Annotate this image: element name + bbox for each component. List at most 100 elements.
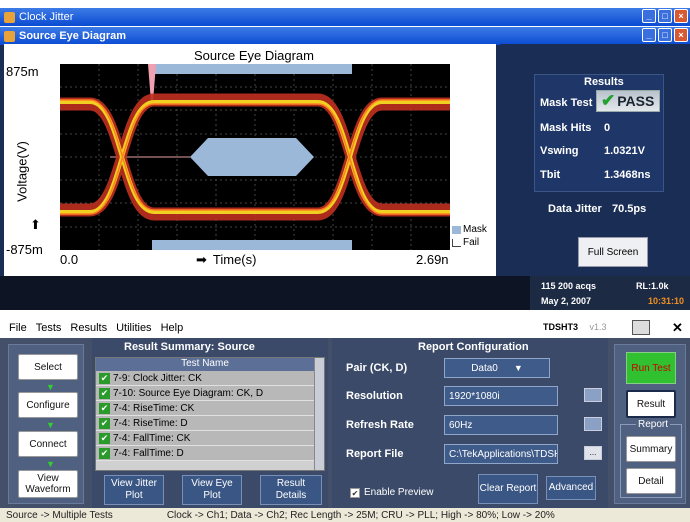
data-jitter-value: 70.5ps (612, 203, 647, 215)
report-group-label: Report (636, 419, 671, 430)
menu-utilities[interactable]: Utilities (116, 322, 151, 334)
results-header: Results (584, 76, 624, 88)
status-left: Source -> Multiple Tests (6, 509, 113, 521)
row-checkbox[interactable]: ✔ (99, 387, 110, 399)
table-row[interactable]: ✔ 7-10: Source Eye Diagram: CK, D (96, 386, 314, 401)
enable-preview-checkbox[interactable]: ✔ (350, 487, 360, 498)
view-eye-plot-button[interactable]: View Eye Plot (182, 475, 242, 505)
row-label: 7-4: FallTime: CK (113, 432, 191, 444)
report-config-title: Report Configuration (418, 341, 529, 353)
x-axis-label: Time(s) (212, 252, 257, 267)
row-label: 7-10: Source Eye Diagram: CK, D (113, 387, 264, 399)
app-close-icon[interactable]: ✕ (672, 320, 683, 336)
refresh-rate-label: Refresh Rate (346, 419, 414, 431)
inner-close-button[interactable]: × (674, 28, 688, 42)
app-name: TDSHT3 (543, 322, 579, 332)
x-max-label: 2.69n (416, 252, 449, 267)
app-name-group: TDSHT3 v1.3 (534, 322, 607, 332)
menu-bar: File Tests Results Utilities Help TDSHT3… (0, 318, 690, 338)
x-arrow-icon: ➡ (196, 252, 207, 267)
configure-button[interactable]: Configure (18, 392, 78, 418)
menu-file[interactable]: File (9, 322, 27, 334)
inner-minimize-button[interactable]: _ (642, 28, 656, 42)
resolution-field[interactable]: 1920*1080i (444, 386, 558, 406)
outer-window-title: Clock Jitter (19, 11, 74, 23)
inner-maximize-button[interactable]: □ (658, 28, 672, 42)
app-version: v1.3 (589, 322, 607, 332)
connect-button[interactable]: Connect (18, 431, 78, 457)
row-checkbox[interactable]: ✔ (99, 402, 110, 414)
view-jitter-plot-button[interactable]: View Jitter Plot (104, 475, 164, 505)
table-row[interactable]: ✔ 7-4: RiseTime: CK (96, 401, 314, 416)
menu-tests[interactable]: Tests (36, 322, 62, 334)
legend-mask-swatch (452, 225, 461, 234)
browse-button[interactable]: ... (584, 446, 602, 460)
plot-title: Source Eye Diagram (194, 48, 314, 63)
select-button[interactable]: Select (18, 354, 78, 380)
mask-hits-label: Mask Hits (540, 122, 592, 134)
menu-results[interactable]: Results (70, 322, 107, 334)
vswing-value: 1.0321V (604, 145, 645, 157)
mask-hits-value: 0 (604, 122, 611, 134)
enable-preview-group: ✔ Enable Preview (350, 487, 433, 498)
report-file-field[interactable]: C:\TekApplications\TDSHT (444, 444, 558, 464)
full-screen-button[interactable]: Full Screen (578, 237, 648, 267)
eye-plot-panel: Source Eye Diagram 875m -875m Voltage(V)… (4, 44, 496, 276)
pair-select[interactable]: Data0 ▼ (444, 358, 550, 378)
table-row[interactable]: ✔ 7-9: Clock Jitter: CK (96, 371, 314, 386)
view-waveform-button[interactable]: View Waveform (18, 470, 78, 498)
status-bar: Source -> Multiple Tests Clock -> Ch1; D… (0, 508, 690, 522)
minimize-button[interactable]: _ (642, 9, 656, 23)
legend-fail: Fail (452, 237, 479, 248)
legend-fail-swatch (452, 238, 461, 247)
summary-button[interactable]: Summary (626, 436, 676, 462)
legend-mask-label: Mask (463, 224, 487, 235)
y-axis-label: Voltage(V) (14, 141, 30, 202)
result-button[interactable]: Result (626, 390, 676, 418)
row-label: 7-4: RiseTime: D (113, 417, 188, 429)
y-arrow-icon: ⬆ (30, 217, 41, 232)
keypad-icon[interactable] (584, 388, 602, 402)
result-summary-table: Test Name ✔ 7-9: Clock Jitter: CK ✔ 7-10: S… (95, 357, 325, 471)
data-jitter-label: Data Jitter (548, 203, 602, 215)
mask-top (152, 64, 352, 74)
acq-date: May 2, 2007 (541, 296, 592, 306)
run-test-button[interactable]: Run Test (626, 352, 676, 384)
table-row[interactable]: ✔ 7-4: RiseTime: D (96, 416, 314, 431)
acquisition-status-bar: 115 200 acqs RL:1.0k May 2, 2007 10:31:1… (0, 276, 690, 310)
table-row[interactable]: ✔ 7-4: FallTime: CK (96, 431, 314, 446)
detail-button[interactable]: Detail (626, 468, 676, 494)
mask-test-value: PASS (617, 93, 655, 109)
enable-preview-label: Enable Preview (364, 487, 434, 498)
summary-scrollbar[interactable] (314, 358, 324, 470)
row-checkbox[interactable]: ✔ (99, 417, 110, 429)
keypad-icon[interactable] (584, 417, 602, 431)
pair-label: Pair (CK, D) (346, 362, 408, 374)
pair-select-value: Data0 (471, 362, 498, 374)
result-details-button[interactable]: Result Details (260, 475, 322, 505)
row-checkbox[interactable]: ✔ (99, 372, 110, 384)
close-button[interactable]: × (674, 9, 688, 23)
check-icon: ✔ (601, 91, 616, 110)
row-label: 7-9: Clock Jitter: CK (113, 372, 202, 384)
tbit-value: 1.3468ns (604, 169, 651, 181)
row-checkbox[interactable]: ✔ (99, 432, 110, 444)
window-icon (4, 30, 15, 42)
row-checkbox[interactable]: ✔ (99, 447, 110, 459)
legend-mask: Mask (452, 224, 487, 235)
clear-report-button[interactable]: Clear Report (478, 474, 538, 504)
refresh-rate-field[interactable]: 60Hz (444, 415, 558, 435)
menu-help[interactable]: Help (161, 322, 184, 334)
resolution-label: Resolution (346, 390, 403, 402)
results-panel: Results Mask Test ✔ PASS Mask Hits 0 Vsw… (500, 44, 690, 276)
row-label: 7-4: RiseTime: CK (113, 402, 195, 414)
arrow-down-icon: ▼ (46, 382, 55, 392)
pass-badge: ✔ PASS (596, 90, 660, 112)
arrow-down-icon: ▼ (46, 459, 55, 469)
advanced-button[interactable]: Advanced (546, 476, 596, 500)
maximize-button[interactable]: □ (658, 9, 672, 23)
mask-center (190, 138, 314, 176)
status-right: Clock -> Ch1; Data -> Ch2; Rec Length ->… (166, 509, 555, 521)
table-row[interactable]: ✔ 7-4: FallTime: D (96, 446, 314, 461)
scope-view-icon[interactable] (632, 320, 650, 335)
